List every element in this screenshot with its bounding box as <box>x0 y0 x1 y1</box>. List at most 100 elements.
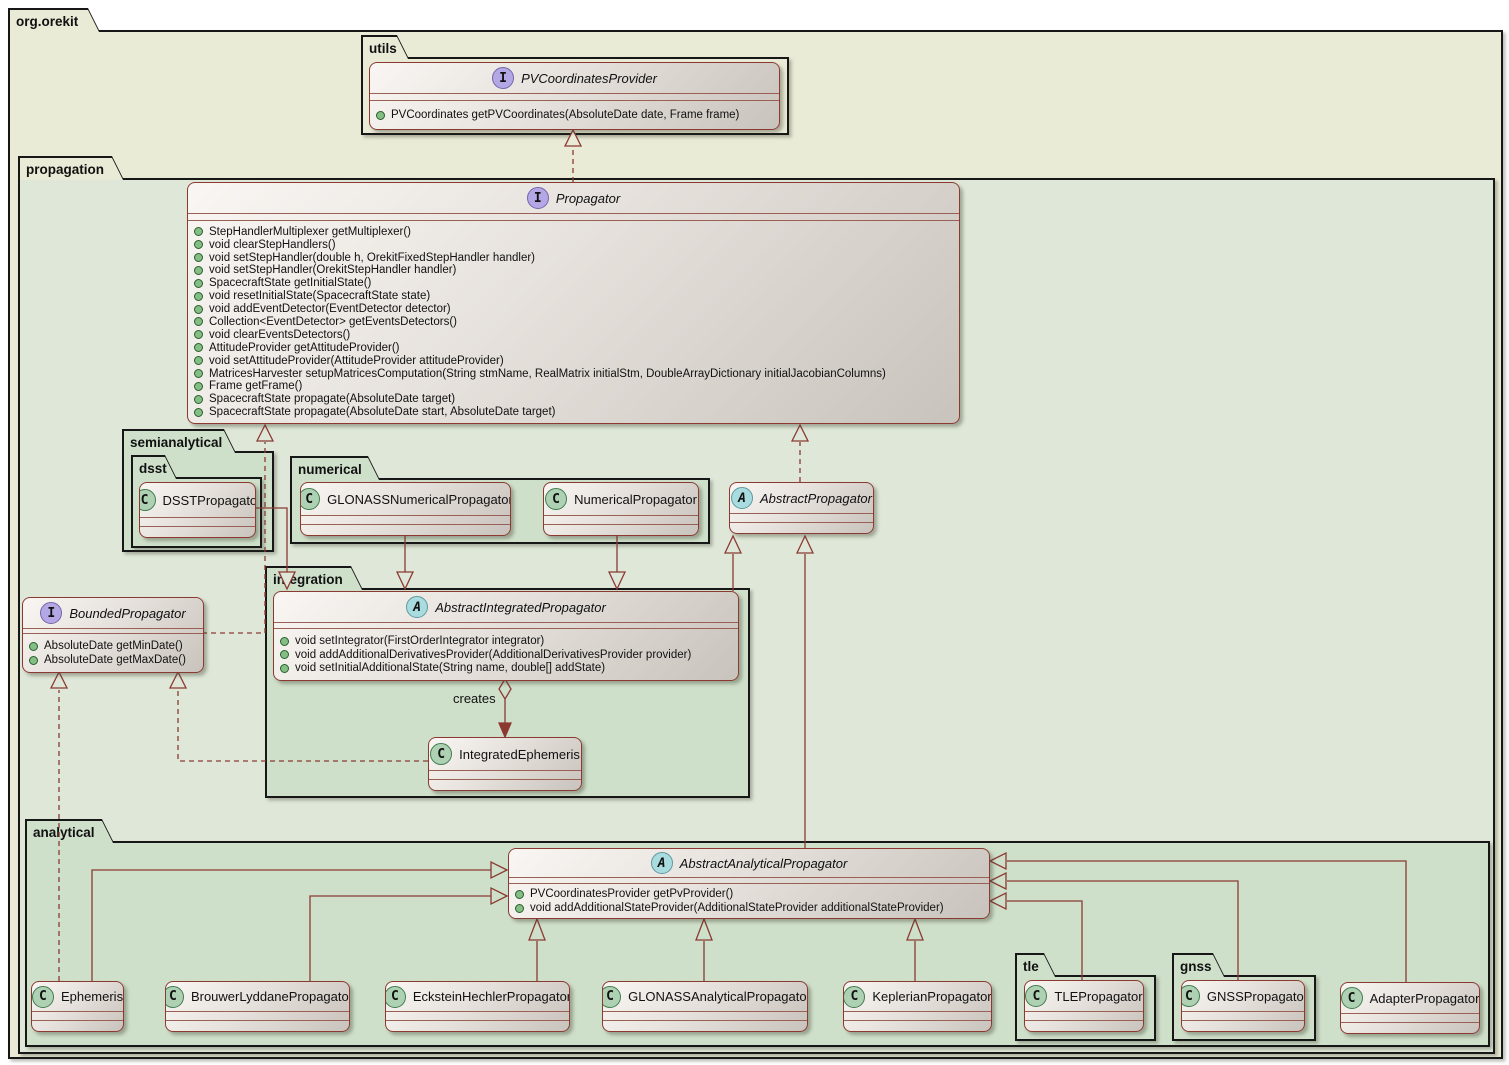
class-box-dsstpropagator: C DSSTPropagator <box>139 482 256 538</box>
method-item: SpacecraftState getInitialState() <box>194 277 953 290</box>
class-name: EcksteinHechlerPropagator <box>413 989 570 1004</box>
class-name: DSSTPropagator <box>163 493 257 508</box>
abstract-class-icon: A <box>651 852 673 874</box>
public-method-icon <box>194 240 203 249</box>
class-box-tlepropagator: C TLEPropagator <box>1024 980 1144 1032</box>
triangle-right <box>491 862 507 878</box>
triangle-down <box>397 572 413 589</box>
class-box-glonassnumericalpropagator: C GLONASSNumericalPropagator <box>300 482 511 536</box>
abstract-class-icon: A <box>406 596 428 618</box>
class-box-keplerianpropagator: C KeplerianPropagator <box>843 981 992 1032</box>
public-method-icon <box>194 395 203 404</box>
class-name: AdapterPropagator <box>1370 991 1480 1006</box>
interface-icon: I <box>40 602 62 624</box>
interface-icon: I <box>527 187 549 209</box>
method-item: AbsoluteDate getMaxDate() <box>29 653 197 667</box>
triangle-up <box>696 919 712 940</box>
public-method-icon <box>376 111 385 120</box>
class-box-ephemeris: C Ephemeris <box>31 981 124 1032</box>
public-method-icon <box>194 253 203 262</box>
method-item: SpacecraftState propagate(AbsoluteDate s… <box>194 406 953 419</box>
class-box-brouwerlyddanepropagator: C BrouwerLyddanePropagator <box>165 981 350 1032</box>
class-title: A AbstractIntegratedPropagator <box>274 592 738 622</box>
class-name: BrouwerLyddanePropagator <box>191 989 350 1004</box>
class-title: I Propagator <box>188 183 959 213</box>
class-name: KeplerianPropagator <box>872 989 991 1004</box>
class-icon: C <box>385 986 406 1008</box>
class-box-glonassanalyticalpropagator: C GLONASSAnalyticalPropagator <box>602 981 808 1032</box>
public-method-icon <box>280 664 289 673</box>
abstract-class-icon: A <box>731 487 753 509</box>
class-icon: C <box>1025 985 1047 1007</box>
class-icon: C <box>545 488 567 510</box>
triangle-up <box>170 672 186 688</box>
class-name: GLONASSAnalyticalPropagator <box>628 989 808 1004</box>
class-title: C IntegratedEphemeris <box>429 738 581 770</box>
public-method-icon <box>29 642 38 651</box>
class-box-gnsspropagator: C GNSSPropagator <box>1181 980 1305 1032</box>
public-method-icon <box>194 382 203 391</box>
class-title: C BrouwerLyddanePropagator <box>166 982 349 1011</box>
class-box-boundedpropagator: I BoundedPropagator AbsoluteDate getMinD… <box>22 597 204 673</box>
class-name: AbstractAnalyticalPropagator <box>680 856 848 871</box>
public-method-icon <box>194 292 203 301</box>
method-item: void setStepHandler(double h, OrekitFixe… <box>194 251 953 264</box>
method-item: Collection<EventDetector> getEventsDetec… <box>194 316 953 329</box>
class-name: TLEPropagator <box>1054 989 1142 1004</box>
method-item: void clearEventsDetectors() <box>194 328 953 341</box>
public-method-icon <box>194 356 203 365</box>
class-title: C KeplerianPropagator <box>844 982 991 1011</box>
triangle-up <box>797 536 813 553</box>
class-name: NumericalPropagator <box>574 492 697 507</box>
public-method-icon <box>194 266 203 275</box>
edge-integratedephemeris-implements-boundedpropagator <box>178 690 428 761</box>
public-method-icon <box>194 330 203 339</box>
edge-dsstpropagator-extends-abstractintegratedpropagator <box>254 508 287 572</box>
method-item: AttitudeProvider getAttitudeProvider() <box>194 341 953 354</box>
triangle-down <box>609 572 625 589</box>
class-title: I PVCoordinatesProvider <box>370 63 779 93</box>
class-box-integratedephemeris: C IntegratedEphemeris <box>428 737 582 791</box>
class-name: Ephemeris <box>61 989 123 1004</box>
edge-ephemeris-extends-abstractanalyticalpropagator <box>92 870 491 981</box>
class-title: C NumericalPropagator <box>544 483 698 515</box>
triangle-up <box>792 425 808 441</box>
edge-gnsspropagator-extends-abstractanalyticalpropagator <box>1007 881 1238 980</box>
edge-adapterpropagator-extends-abstractanalyticalpropagator <box>1007 861 1406 982</box>
class-title: C DSSTPropagator <box>140 483 255 517</box>
public-method-icon <box>280 650 289 659</box>
triangle-up <box>257 425 273 441</box>
class-title: C TLEPropagator <box>1025 981 1143 1011</box>
class-title: C AdapterPropagator <box>1341 983 1479 1013</box>
triangle-up <box>907 919 923 940</box>
edge-brouwerlyddane-extends-abstractanalyticalpropagator <box>310 896 491 981</box>
method-item: void clearStepHandlers() <box>194 238 953 251</box>
public-method-icon <box>194 369 203 378</box>
method-item: PVCoordinates getPVCoordinates(AbsoluteD… <box>376 104 773 126</box>
class-name: AbstractPropagator <box>760 491 872 506</box>
class-icon: C <box>843 986 865 1008</box>
method-item: StepHandlerMultiplexer getMultiplexer() <box>194 225 953 238</box>
method-item: void addEventDetector(EventDetector dete… <box>194 303 953 316</box>
public-method-icon <box>515 890 524 899</box>
method-item: Frame getFrame() <box>194 380 953 393</box>
class-icon: C <box>430 743 452 765</box>
public-method-icon <box>29 656 38 665</box>
class-title: C GNSSPropagator <box>1182 981 1304 1011</box>
class-box-numericalpropagator: C NumericalPropagator <box>543 482 699 536</box>
class-title: A AbstractPropagator <box>730 483 873 513</box>
class-title: C Ephemeris <box>32 982 123 1011</box>
triangle-down <box>279 572 295 589</box>
class-title: C GLONASSNumericalPropagator <box>301 483 510 515</box>
class-icon: C <box>300 488 320 510</box>
method-item: void addAdditionalStateProvider(Addition… <box>515 901 983 915</box>
triangle-up <box>51 672 67 688</box>
public-method-icon <box>515 904 524 913</box>
class-box-propagator: I Propagator StepHandlerMultiplexer getM… <box>187 182 960 424</box>
class-box-abstractanalyticalpropagator: A AbstractAnalyticalPropagator PVCoordin… <box>508 848 990 919</box>
public-method-icon <box>194 305 203 314</box>
class-title: A AbstractAnalyticalPropagator <box>509 849 989 877</box>
class-box-adapterpropagator: C AdapterPropagator <box>1340 982 1480 1034</box>
method-item: void setIntegrator(FirstOrderIntegrator … <box>280 634 732 648</box>
class-box-pvcoordinatesprovider: I PVCoordinatesProvider PVCoordinates ge… <box>369 62 780 130</box>
